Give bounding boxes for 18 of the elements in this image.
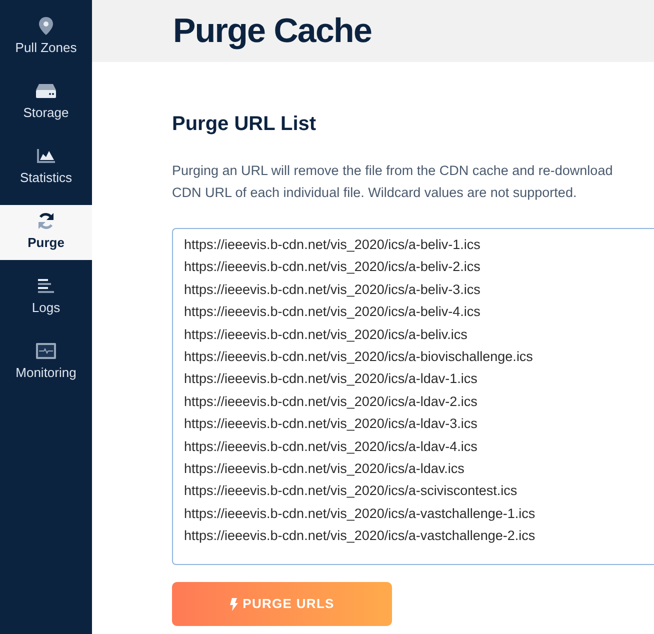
monitor-icon [36, 343, 56, 360]
sidebar-item[interactable]: Logs [0, 270, 92, 325]
description-text: Purging an URL will remove the file from the CDN cache and re-download [172, 162, 614, 180]
section-title: Purge URL List [172, 112, 318, 137]
map-pin-icon [39, 17, 53, 36]
drive-icon [36, 84, 56, 98]
sidebar-item[interactable]: Statistics [0, 140, 92, 195]
url-list-textarea[interactable]: https://ieeevis.b-cdn.net/vis_2020/ics/a-beliv-1.ics https://ieeevis.b-cdn.net/vis_2020/ics/a-beliv-2.ics https://ieeevis.b-cdn.net/vis_2020/ics/a-beliv-3.ics https://ieeevis.b-cdn.net/vis_2020/ics/a-beliv-4.ics https://ieeevis.b-cdn.net/vis_2020/ics/a-beliv.ics https://ieeevis.b-cdn.net/vis_2020/ics/a-biovischallenge.ics https://ieeevis.b-cdn.net/vis_2020/ics/a-ldav-1.ics https://ieeevis.b-cdn.net/vis_2020/ics/a-ldav-2.ics https://ieeevis.b-cdn.net/vis_2020/ics/a-ldav-3.ics https://ieeevis.b-cdn.net/vis_2020/ics/a-ldav-4.ics https://ieeevis.b-cdn.net/vis_2020/ics/a-ldav.ics https://ieeevis.b-cdn.net/vis_2020/ics/a-sciviscontest.ics https://ieeevis.b-cdn.net/vis_2020/ics/a-vastchallenge-1.ics https://ieeevis.b-cdn.net/vis_2020/ics/a-vastchallenge-2.ics [172, 228, 654, 565]
sidebar-item[interactable]: Storage [0, 75, 92, 130]
description-text: CDN URL of each individual file. Wildcard values are not supported. [172, 184, 578, 202]
list-lines-icon [38, 278, 54, 294]
refresh-icon [37, 212, 55, 230]
page-title: Purge Cache [173, 10, 372, 52]
sidebar-item[interactable]: Pull Zones [0, 10, 92, 65]
area-chart-icon [37, 149, 55, 164]
sidebar-item[interactable]: Monitoring [0, 335, 92, 390]
sidebar-item[interactable]: Purge [0, 205, 92, 260]
lightning-bolt-icon [230, 598, 238, 610]
